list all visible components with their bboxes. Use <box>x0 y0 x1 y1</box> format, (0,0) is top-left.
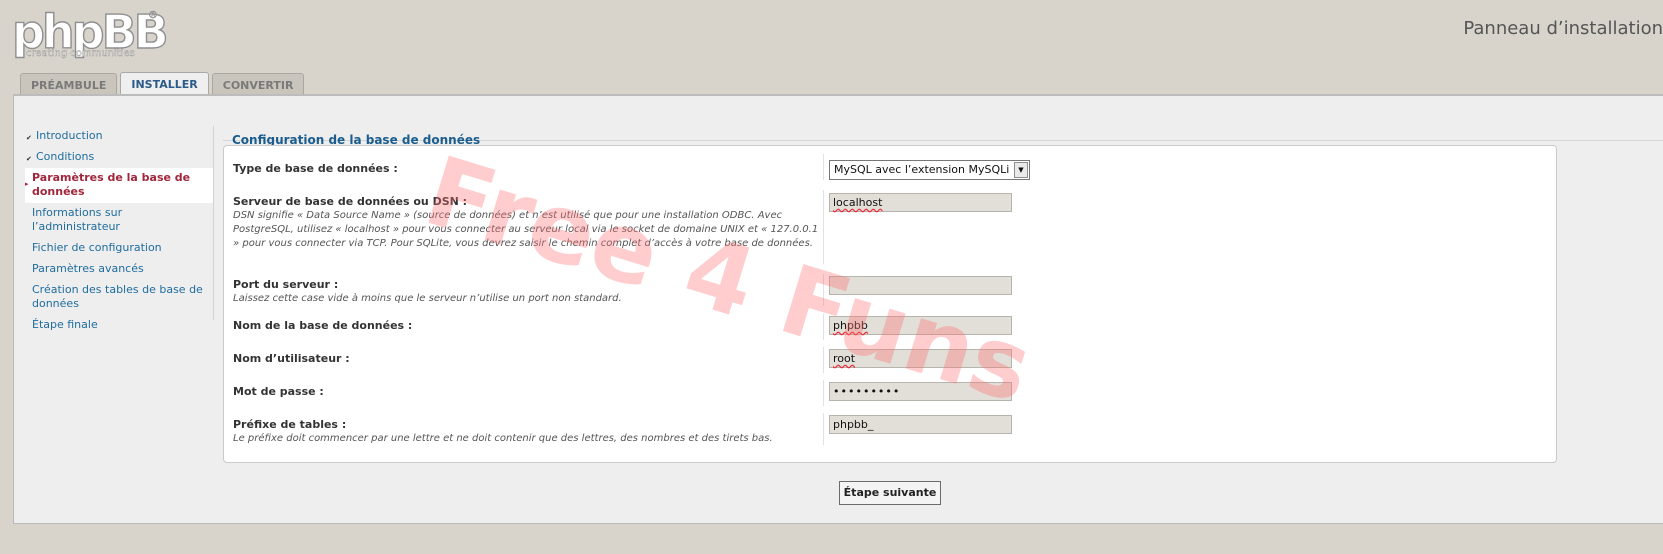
menu-item-label: Paramètres avancés <box>32 262 144 275</box>
install-steps-menu: ✔ Introduction ✔ Conditions ▸ Paramètres… <box>25 126 213 336</box>
dbname-label: Nom de la base de données : <box>233 319 413 332</box>
svg-text:®: ® <box>148 10 158 21</box>
row-divider <box>823 314 824 340</box>
chevron-down-icon[interactable]: ▼ <box>1014 162 1028 178</box>
table-prefix-label: Préfixe de tables : <box>233 418 347 431</box>
dbms-label: Type de base de données : <box>233 162 398 175</box>
panel-top-border <box>13 94 1663 96</box>
dbhost-description: DSN signifie « Data Source Name » (sourc… <box>233 210 819 249</box>
dbname-input[interactable]: phpbb <box>829 316 1012 335</box>
dbpasswd-label: Mot de passe : <box>233 385 324 398</box>
menu-item-label: Introduction <box>36 129 103 142</box>
menu-item-label: Fichier de configuration <box>32 241 162 254</box>
menu-item-final-step[interactable]: Étape finale <box>25 315 213 336</box>
dbhost-input[interactable]: localhost <box>829 193 1012 212</box>
menu-item-database-settings[interactable]: ▸ Paramètres de la base de données <box>25 168 213 203</box>
table-prefix-value: phpbb_ <box>833 418 874 431</box>
next-step-button[interactable]: Étape suivante <box>839 481 941 505</box>
phpbb-logo: phpBB ® creating communities <box>12 6 172 62</box>
menu-item-admin-details[interactable]: Informations sur l’administrateur <box>25 203 213 238</box>
dbuser-input[interactable]: root <box>829 349 1012 368</box>
check-icon: ✔ <box>26 155 32 163</box>
row-divider <box>823 190 824 264</box>
menu-item-label: Paramètres de la base de données <box>32 171 191 198</box>
row-divider <box>823 347 824 373</box>
page-title: Panneau d’installation <box>1463 18 1663 39</box>
logo-tagline: creating communities <box>26 48 135 59</box>
menu-item-label: Étape finale <box>32 318 98 331</box>
menu-item-conditions[interactable]: ✔ Conditions <box>25 147 213 168</box>
menu-item-label: Conditions <box>36 150 95 163</box>
dbport-label: Port du serveur : <box>233 278 339 291</box>
dbhost-label: Serveur de base de données ou DSN : <box>233 195 468 208</box>
dbport-description: Laissez cette case vide à moins que le s… <box>233 293 622 304</box>
row-divider <box>823 413 824 445</box>
menu-item-create-tables[interactable]: Création des tables de base de données <box>25 280 213 315</box>
row-divider <box>823 380 824 406</box>
dbuser-label: Nom d’utilisateur : <box>233 352 350 365</box>
row-divider <box>823 274 824 306</box>
menu-item-config-file[interactable]: Fichier de configuration <box>25 238 213 259</box>
menu-item-label: Informations sur l’administrateur <box>32 206 123 233</box>
table-prefix-description: Le préfixe doit commencer par une lettre… <box>233 433 773 444</box>
menu-item-advanced-settings[interactable]: Paramètres avancés <box>25 259 213 280</box>
dbport-input[interactable] <box>829 276 1012 295</box>
arrow-right-icon: ▸ <box>25 180 29 188</box>
sidebar-divider <box>213 126 214 320</box>
menu-item-label: Création des tables de base de données <box>32 283 203 310</box>
table-prefix-input[interactable]: phpbb_ <box>829 415 1012 434</box>
dbpasswd-value: ••••••••• <box>833 385 901 398</box>
dbname-value: phpbb <box>833 319 868 332</box>
row-divider <box>823 154 824 180</box>
dbhost-value: localhost <box>833 196 883 209</box>
menu-item-introduction[interactable]: ✔ Introduction <box>25 126 213 147</box>
dbms-select[interactable]: MySQL avec l’extension MySQLi ▼ <box>829 160 1030 180</box>
check-icon: ✔ <box>26 134 32 142</box>
dbuser-value: root <box>833 352 856 365</box>
dbpasswd-input[interactable]: ••••••••• <box>829 382 1012 401</box>
dbms-selected-value: MySQL avec l’extension MySQLi <box>834 163 1010 176</box>
